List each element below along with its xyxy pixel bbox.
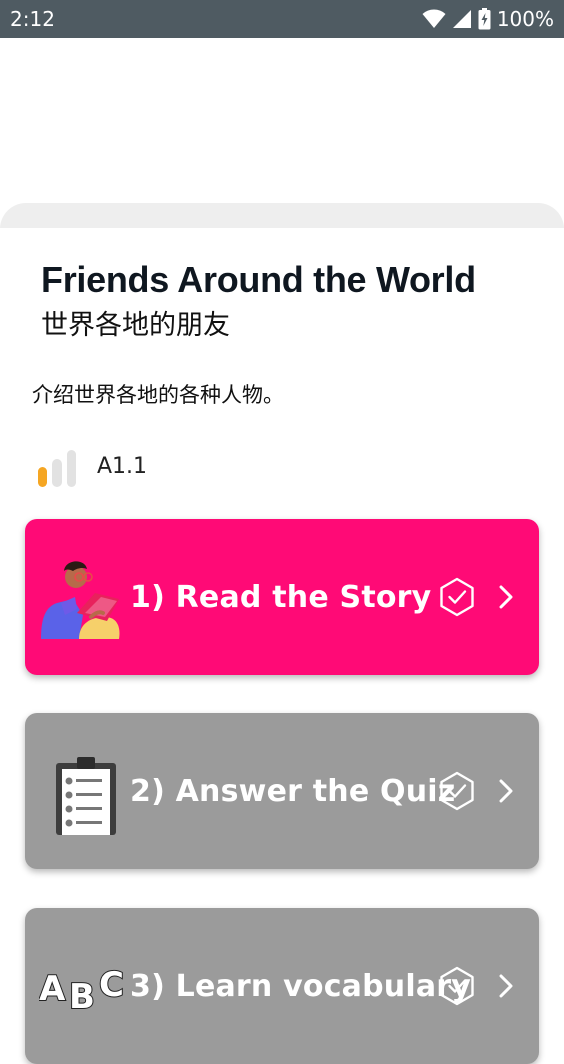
svg-text:B: B <box>69 977 95 1017</box>
level-bars-icon <box>38 449 76 487</box>
level-indicator: A1.1 <box>38 448 147 488</box>
check-badge-icon <box>440 577 474 617</box>
level-bar <box>52 459 62 487</box>
step-label: 2) Answer the Quiz <box>130 773 456 809</box>
step-label: 1) Read the Story <box>130 579 432 615</box>
battery-icon <box>478 8 491 30</box>
level-label: A1.1 <box>97 454 148 479</box>
signal-icon <box>452 10 471 28</box>
lesson-description: 介绍世界各地的各种人物。 <box>32 383 284 407</box>
lesson-title: Friends Around the World <box>41 259 476 300</box>
status-bar: 2:12 100% <box>0 0 564 38</box>
step-card-read-story[interactable]: 1) Read the Story <box>25 519 539 675</box>
lesson-subtitle: 世界各地的朋友 <box>41 310 230 341</box>
step-card-learn-vocabulary[interactable]: A B C 3) Learn vocabulary <box>25 908 539 1064</box>
battery-percent: 100% <box>496 7 554 31</box>
abc-letters-illustration: A B C <box>39 964 125 1018</box>
level-bar <box>66 450 76 487</box>
clipboard-checklist-illustration <box>56 757 116 835</box>
check-badge-icon <box>440 966 474 1006</box>
status-icons: 100% <box>422 7 554 31</box>
level-bar <box>38 467 48 487</box>
step-label: 3) Learn vocabulary <box>130 968 472 1004</box>
step-card-answer-quiz[interactable]: 2) Answer the Quiz <box>25 713 539 869</box>
reading-person-illustration <box>41 561 120 639</box>
check-badge-icon <box>440 771 474 811</box>
status-time: 2:12 <box>10 7 55 31</box>
wifi-icon <box>422 9 446 28</box>
chevron-right-icon[interactable] <box>495 777 517 805</box>
svg-text:C: C <box>99 965 124 1005</box>
chevron-right-icon[interactable] <box>495 972 517 1000</box>
chevron-right-icon[interactable] <box>495 583 517 611</box>
svg-text:A: A <box>39 969 66 1009</box>
